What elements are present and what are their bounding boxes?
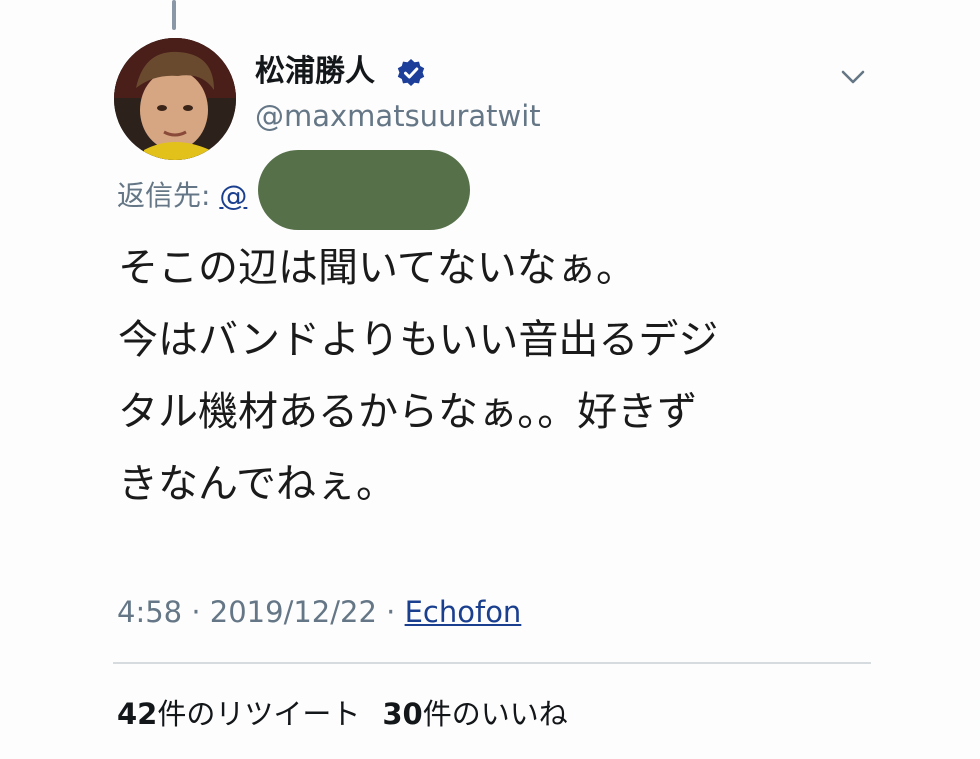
tweet-metadata: 4:58 · 2019/12/22 · Echofon [117,592,521,632]
tweet-text-line: そこの辺は聞いてないなぁ。 [118,245,636,291]
avatar[interactable] [114,38,236,160]
likes-stat[interactable]: 30件のいいね [382,697,567,731]
redaction-mark [258,150,470,230]
author-display-name[interactable]: 松浦勝人 [255,52,375,92]
thread-connector-line [172,0,176,30]
tweet-stats: 42件のリツイート 30件のいいね [117,694,568,734]
tweet-date: 2019/12/22 [209,595,377,629]
tweet-source-link[interactable]: Echofon [405,595,522,629]
reply-mention-link[interactable]: @ [219,179,247,212]
meta-separator: · [182,595,210,629]
tweet-text-line: タル機材あるからなぁ。。好きず [118,389,698,435]
retweets-stat[interactable]: 42件のリツイート [117,697,360,731]
like-count: 30 [382,697,423,731]
tweet-text-line: 今はバンドよりもいい音出るデジ [118,317,719,363]
verified-badge-icon [397,59,425,86]
tweet-text: そこの辺は聞いてないなぁ。 今はバンドよりもいい音出るデジ タル機材あるからなぁ… [118,232,878,520]
retweet-count: 42 [117,697,158,731]
reply-context: 返信先: @ [117,176,247,216]
meta-separator: · [376,595,405,629]
tweet-text-line: きなんでねぇ。 [118,461,396,507]
chevron-down-icon[interactable] [838,62,868,92]
divider [113,662,871,664]
tweet-time: 4:58 [117,595,183,629]
author-handle[interactable]: @maxmatsuuratwit [255,96,541,136]
retweet-label: 件のリツイート [157,697,361,731]
like-label: 件のいいね [422,697,568,731]
reply-label: 返信先: [117,179,220,212]
